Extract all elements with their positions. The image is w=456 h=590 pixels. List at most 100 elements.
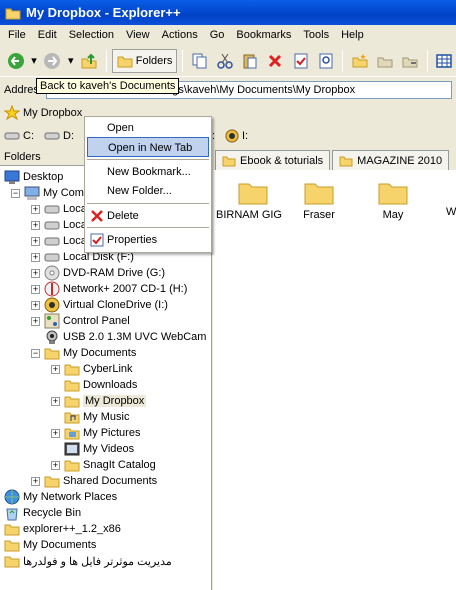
- tree-item[interactable]: Shared Documents: [44, 473, 157, 489]
- tree-item[interactable]: My Documents: [4, 537, 96, 553]
- drive-c-button[interactable]: C:: [4, 130, 34, 142]
- folder-icon: [64, 378, 80, 392]
- tree-item[interactable]: My Videos: [64, 441, 134, 457]
- folders-button[interactable]: Folders: [111, 48, 178, 73]
- tree-item[interactable]: CyberLink: [64, 361, 133, 377]
- tree-item[interactable]: Downloads: [64, 377, 137, 393]
- drive-icon: [44, 233, 60, 249]
- tree-item[interactable]: My Documents: [44, 345, 136, 361]
- menu-view[interactable]: View: [120, 29, 156, 41]
- expand-toggle[interactable]: +: [31, 317, 40, 326]
- list-item[interactable]: W: [431, 178, 456, 218]
- menu-edit[interactable]: Edit: [32, 29, 63, 41]
- copy-to-button[interactable]: [188, 49, 211, 73]
- paste-button[interactable]: [239, 49, 262, 73]
- tree-item[interactable]: My Pictures: [64, 425, 140, 441]
- folder-icon: [4, 554, 20, 568]
- up-button[interactable]: [78, 49, 101, 73]
- tree-item[interactable]: Virtual CloneDrive (I:): [44, 297, 168, 313]
- expand-toggle[interactable]: +: [31, 301, 40, 310]
- expand-toggle[interactable]: +: [31, 253, 40, 262]
- forward-button[interactable]: [41, 49, 64, 73]
- window-title: My Dropbox - Explorer++: [26, 5, 181, 20]
- menu-actions[interactable]: Actions: [156, 29, 204, 41]
- search-button[interactable]: [314, 49, 337, 73]
- expand-toggle[interactable]: +: [31, 237, 40, 246]
- folder-icon: [222, 156, 236, 166]
- expand-toggle[interactable]: +: [31, 221, 40, 230]
- pictures-folder-icon: [64, 426, 80, 440]
- tree-item[interactable]: USB 2.0 1.3M UVC WebCam: [44, 329, 206, 345]
- properties-button[interactable]: [289, 49, 312, 73]
- scissors-icon: [217, 53, 233, 69]
- cut-button[interactable]: [214, 49, 237, 73]
- tree-item[interactable]: My Dropbox: [64, 393, 147, 409]
- expand-toggle[interactable]: +: [51, 365, 60, 374]
- expand-toggle[interactable]: +: [51, 429, 60, 438]
- collapse-toggle[interactable]: −: [11, 189, 20, 198]
- tree-item[interactable]: مدیریت موثرتر فایل ها و فولدرها: [4, 553, 172, 569]
- item-label: W: [446, 206, 456, 218]
- tab-ebook[interactable]: Ebook & toturials: [215, 150, 331, 170]
- tree-item[interactable]: SnagIt Catalog: [64, 457, 156, 473]
- tree-item[interactable]: Control Panel: [44, 313, 130, 329]
- menu-item-properties-label: Properties: [107, 234, 158, 246]
- webcam-icon: [44, 329, 60, 345]
- back-dropdown[interactable]: ▾: [29, 49, 39, 73]
- toolbar: ▾ ▾ Folders: [0, 45, 456, 77]
- tree-item[interactable]: Desktop: [4, 169, 63, 185]
- copy-to-folder-button[interactable]: [374, 49, 397, 73]
- expand-toggle[interactable]: +: [31, 205, 40, 214]
- bookmark-my-dropbox[interactable]: My Dropbox: [23, 107, 82, 119]
- expand-toggle[interactable]: +: [51, 461, 60, 470]
- list-item[interactable]: Fraser: [289, 178, 349, 221]
- tree-item[interactable]: My Music: [64, 409, 129, 425]
- menu-item-properties[interactable]: Properties: [87, 230, 209, 250]
- menu-tools[interactable]: Tools: [297, 29, 335, 41]
- menu-item-delete-label: Delete: [107, 210, 139, 222]
- collapse-toggle[interactable]: −: [31, 349, 40, 358]
- menu-item-delete[interactable]: Delete: [87, 206, 209, 226]
- menu-selection[interactable]: Selection: [63, 29, 120, 41]
- chevron-down-icon: ▾: [31, 55, 37, 67]
- folder-icon: [44, 474, 60, 488]
- tree-item[interactable]: Network+ 2007 CD-1 (H:): [44, 281, 187, 297]
- tree-item[interactable]: My Network Places: [4, 489, 117, 505]
- menu-go[interactable]: Go: [204, 29, 231, 41]
- menu-item-new-bookmark[interactable]: New Bookmark...: [87, 162, 209, 182]
- item-label: May: [382, 209, 404, 221]
- cd-drive-icon: [44, 265, 60, 281]
- grid-view-icon: [436, 53, 453, 68]
- menu-item-open-new-tab[interactable]: Open in New Tab: [87, 137, 209, 157]
- tree-item-label: Virtual CloneDrive (I:): [63, 299, 168, 311]
- forward-dropdown[interactable]: ▾: [66, 49, 76, 73]
- back-button[interactable]: [4, 49, 27, 73]
- list-item[interactable]: May: [363, 178, 423, 221]
- video-icon: [64, 442, 80, 456]
- delete-button[interactable]: [264, 49, 287, 73]
- expand-toggle[interactable]: +: [31, 285, 40, 294]
- expand-toggle[interactable]: +: [31, 477, 40, 486]
- move-to-folder-button[interactable]: [399, 49, 422, 73]
- network-icon: [4, 489, 20, 505]
- new-folder-button[interactable]: [348, 49, 371, 73]
- menu-item-open[interactable]: Open: [87, 118, 209, 138]
- tree-item[interactable]: explorer++_1.2_x86: [4, 521, 121, 537]
- menu-file[interactable]: File: [2, 29, 32, 41]
- menu-item-new-folder[interactable]: New Folder...: [87, 181, 209, 201]
- menu-help[interactable]: Help: [335, 29, 370, 41]
- drive-i-button[interactable]: I:: [225, 129, 248, 143]
- tab-magazine[interactable]: MAGAZINE 2010: [332, 150, 450, 170]
- views-button[interactable]: [433, 49, 456, 73]
- menu-bookmarks[interactable]: Bookmarks: [230, 29, 297, 41]
- tree-item[interactable]: Recycle Bin: [4, 505, 81, 521]
- tree-item-label: My Network Places: [23, 491, 118, 503]
- desktop-icon: [4, 169, 20, 185]
- expand-toggle[interactable]: +: [51, 397, 60, 406]
- tree-item[interactable]: DVD-RAM Drive (G:): [44, 265, 165, 281]
- files-pane: Ebook & toturials MAGAZINE 2010 BIRNAM G…: [213, 148, 456, 590]
- drive-d-button[interactable]: D:: [44, 130, 74, 142]
- expand-toggle[interactable]: +: [31, 269, 40, 278]
- list-item[interactable]: BIRNAM GIG: [216, 178, 283, 221]
- folder-icon: [339, 156, 353, 166]
